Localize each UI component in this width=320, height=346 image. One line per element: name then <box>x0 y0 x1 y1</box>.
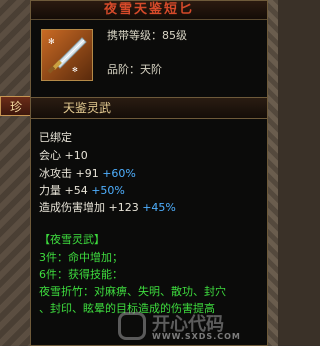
stat-damage: 造成伤害增加 +123 +45% <box>39 199 176 215</box>
stat-damage-label: 造成伤害增加 <box>39 201 105 214</box>
dagger-icon: ✻ ✻ <box>41 29 93 81</box>
background-left <box>0 0 30 346</box>
stat-ice-bonus: +60% <box>102 167 136 180</box>
side-tab[interactable]: 珍 <box>0 96 32 116</box>
set-bonus-3-value: 命中增加； <box>68 251 123 264</box>
bound-status: 已绑定 <box>39 131 72 144</box>
svg-text:✻: ✻ <box>72 66 78 74</box>
item-tooltip: 夜雪天鉴短匕 ✻ ✻ 携带等级：85级 品阶：天阶 天鉴灵武 已绑定 会心 +1… <box>30 0 268 346</box>
set-bonus-6-label: 6件： <box>39 268 68 281</box>
carry-level: 携带等级：85级 <box>107 29 187 42</box>
watermark-logo-icon <box>118 312 146 340</box>
stat-ice-label: 冰攻击 <box>39 167 72 180</box>
stat-strength-bonus: +50% <box>91 184 125 197</box>
set-bonus-3: 3件：命中增加； <box>39 249 123 265</box>
svg-text:✻: ✻ <box>48 37 55 46</box>
skill-line-1: 夜雪折竹：对麻痹、失明、散功、封穴 <box>39 285 226 298</box>
watermark-url: WWW.SXDS.COM <box>152 332 241 341</box>
stat-crit-label: 会心 <box>39 149 61 162</box>
watermark: 开心代码 WWW.SXDS.COM <box>118 310 278 344</box>
title-bar: 夜雪天鉴短匕 <box>31 1 267 20</box>
set-name: 【夜雪灵武】 <box>39 233 105 246</box>
stat-crit-value: +10 <box>64 149 88 162</box>
set-bonus-6-value: 获得技能： <box>68 268 123 281</box>
section-header: 天鉴灵武 <box>31 97 267 119</box>
item-grade: 品阶：天阶 <box>107 63 162 76</box>
stat-crit: 会心 +10 <box>39 147 88 163</box>
stat-damage-bonus: +45% <box>142 201 176 214</box>
stat-damage-value: +123 <box>108 201 139 214</box>
item-title: 夜雪天鉴短匕 <box>103 2 194 17</box>
stat-strength-label: 力量 <box>39 184 61 197</box>
stat-strength: 力量 +54 +50% <box>39 182 125 198</box>
stat-ice: 冰攻击 +91 +60% <box>39 165 136 181</box>
stat-strength-value: +54 <box>64 184 88 197</box>
set-bonus-6: 6件：获得技能： <box>39 266 123 282</box>
section-title: 天鉴灵武 <box>63 101 112 115</box>
set-bonus-3-label: 3件： <box>39 251 68 264</box>
stat-ice-value: +91 <box>75 167 99 180</box>
